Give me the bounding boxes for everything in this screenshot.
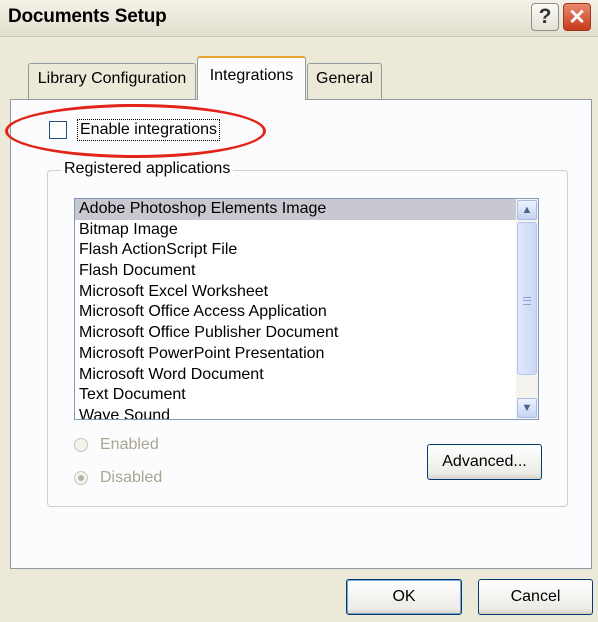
tab-integrations[interactable]: Integrations bbox=[197, 56, 306, 100]
close-button[interactable]: ✕ bbox=[563, 3, 591, 31]
enabled-radio[interactable] bbox=[74, 438, 88, 452]
registered-applications-title: Registered applications bbox=[61, 160, 234, 178]
enabled-radio-label: Enabled bbox=[100, 436, 159, 453]
help-icon: ? bbox=[538, 5, 552, 28]
list-item[interactable]: Flash Document bbox=[75, 261, 516, 282]
ok-button[interactable]: OK bbox=[346, 579, 462, 615]
tab-library-configuration[interactable]: Library Configuration bbox=[28, 63, 196, 99]
enabled-radio-row[interactable]: Enabled bbox=[74, 436, 159, 454]
title-bar[interactable]: Documents Setup ? ✕ bbox=[0, 0, 598, 37]
scroll-up-button[interactable]: ▲ bbox=[517, 200, 537, 220]
listbox-scrollbar[interactable]: ▲ ▼ bbox=[516, 199, 538, 419]
disabled-radio[interactable] bbox=[74, 471, 88, 485]
cancel-button[interactable]: Cancel bbox=[478, 579, 593, 615]
enable-integrations-checkbox[interactable] bbox=[49, 121, 67, 139]
list-item[interactable]: Text Document bbox=[75, 385, 516, 406]
advanced-button[interactable]: Advanced... bbox=[427, 444, 542, 480]
enable-integrations-label[interactable]: Enable integrations bbox=[77, 119, 220, 141]
help-button[interactable]: ? bbox=[531, 3, 559, 31]
enable-integrations-checkbox-row[interactable]: Enable integrations bbox=[49, 119, 220, 141]
list-item[interactable]: Flash ActionScript File bbox=[75, 240, 516, 261]
disabled-radio-row[interactable]: Disabled bbox=[74, 469, 162, 487]
list-item[interactable]: Microsoft Word Document bbox=[75, 365, 516, 386]
chevron-up-icon: ▲ bbox=[521, 204, 533, 216]
close-icon: ✕ bbox=[568, 5, 586, 29]
tab-general[interactable]: General bbox=[307, 63, 382, 99]
disabled-radio-label: Disabled bbox=[100, 469, 163, 486]
list-item[interactable]: Microsoft PowerPoint Presentation bbox=[75, 344, 516, 365]
list-item[interactable]: Microsoft Office Publisher Document bbox=[75, 323, 516, 344]
applications-list: Adobe Photoshop Elements Image Bitmap Ima… bbox=[75, 199, 516, 419]
chevron-down-icon: ▼ bbox=[521, 402, 533, 414]
grip-icon bbox=[523, 297, 531, 305]
scroll-down-button[interactable]: ▼ bbox=[517, 398, 537, 418]
window-title: Documents Setup bbox=[8, 6, 167, 27]
list-item[interactable]: Wave Sound bbox=[75, 406, 516, 419]
documents-setup-dialog: Documents Setup ? ✕ Library Configuratio… bbox=[0, 0, 598, 622]
list-item[interactable]: Bitmap Image bbox=[75, 220, 516, 241]
list-item[interactable]: Microsoft Office Access Application bbox=[75, 302, 516, 323]
list-item[interactable]: Adobe Photoshop Elements Image bbox=[75, 199, 516, 220]
list-item[interactable]: Microsoft Excel Worksheet bbox=[75, 282, 516, 303]
scroll-thumb[interactable] bbox=[517, 222, 537, 375]
applications-listbox[interactable]: Adobe Photoshop Elements Image Bitmap Ima… bbox=[74, 198, 539, 420]
